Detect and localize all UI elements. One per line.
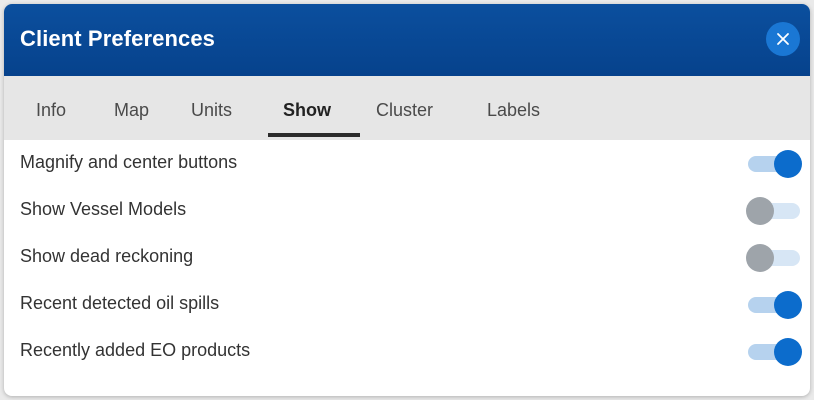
setting-label: Magnify and center buttons — [20, 152, 238, 172]
close-icon — [777, 33, 789, 45]
tab-show[interactable]: Show — [283, 100, 331, 121]
setting-label: Recently added EO products — [20, 340, 251, 360]
active-tab-indicator — [268, 133, 360, 137]
client-preferences-dialog: Client Preferences Info Map Units Show C… — [4, 4, 810, 396]
vessel-models-toggle[interactable] — [746, 197, 802, 225]
setting-label: Recent detected oil spills — [20, 293, 220, 313]
dead-reckoning-toggle[interactable] — [746, 244, 802, 272]
setting-label: Show Vessel Models — [20, 199, 187, 219]
toggle-knob — [774, 150, 802, 178]
tab-units[interactable]: Units — [191, 100, 232, 121]
setting-row-magnify-center: Magnify and center buttons — [4, 140, 810, 187]
eo-products-toggle[interactable] — [746, 338, 802, 366]
tab-cluster[interactable]: Cluster — [376, 100, 433, 121]
dialog-header: Client Preferences — [4, 4, 810, 76]
toggle-knob — [774, 338, 802, 366]
dialog-title: Client Preferences — [20, 26, 215, 51]
magnify-center-toggle[interactable] — [746, 150, 802, 178]
oil-spills-toggle[interactable] — [746, 291, 802, 319]
setting-row-oil-spills: Recent detected oil spills — [4, 281, 810, 328]
tab-labels[interactable]: Labels — [487, 100, 540, 121]
setting-row-dead-reckoning: Show dead reckoning — [4, 234, 810, 281]
toggle-knob — [774, 291, 802, 319]
setting-row-eo-products: Recently added EO products — [4, 328, 810, 375]
close-button[interactable] — [766, 22, 800, 56]
setting-label: Show dead reckoning — [20, 246, 194, 266]
tab-bar: Info Map Units Show Cluster Labels — [4, 76, 810, 140]
toggle-knob — [746, 244, 774, 272]
setting-row-vessel-models: Show Vessel Models — [4, 187, 810, 234]
tab-info[interactable]: Info — [36, 100, 66, 121]
settings-list: Magnify and center buttons Show Vessel M… — [4, 140, 810, 375]
toggle-knob — [746, 197, 774, 225]
tab-map[interactable]: Map — [114, 100, 149, 121]
